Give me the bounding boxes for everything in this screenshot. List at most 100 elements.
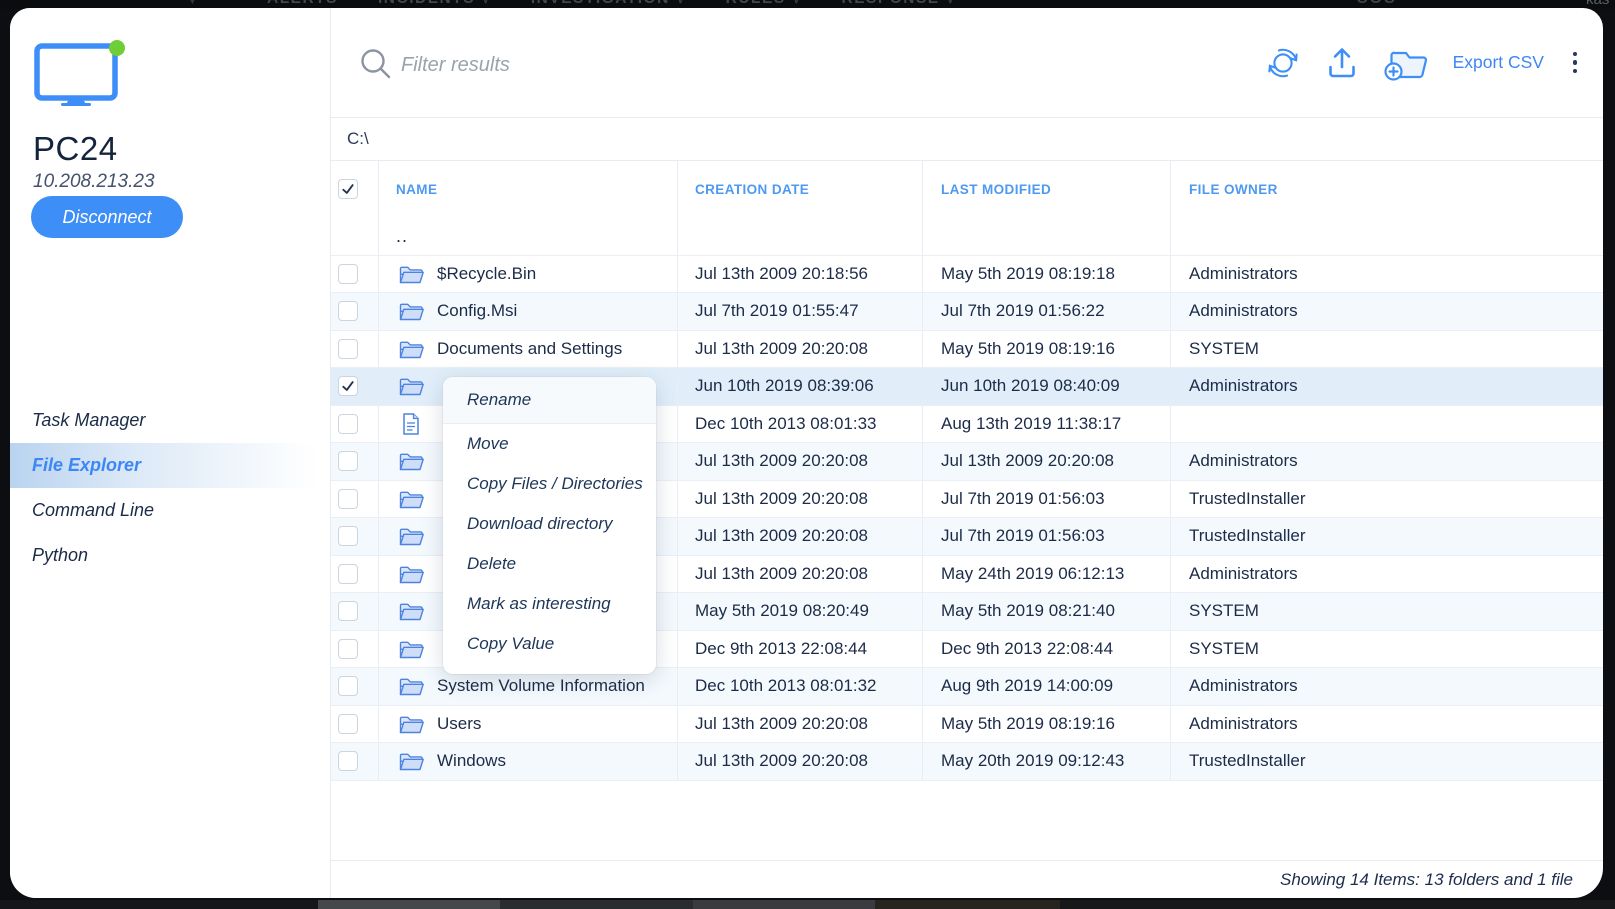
- chevron-down-icon: ∨: [947, 0, 956, 6]
- sidebar-item-file-explorer[interactable]: File Explorer: [10, 443, 330, 488]
- file-owner-cell: SYSTEM: [1171, 331, 1603, 368]
- creation-date-cell: Jul 13th 2009 20:18:56: [678, 256, 923, 293]
- top-nav-item: RESPONSE∨: [842, 0, 956, 8]
- refresh-icon[interactable]: [1264, 44, 1302, 82]
- table-row[interactable]: Config.Msi Jul 7th 2019 01:55:47 Jul 7th…: [331, 293, 1603, 331]
- machine-sidebar: PC24 10.208.213.23 Disconnect Task Manag…: [10, 8, 331, 898]
- folder-icon: [398, 563, 424, 585]
- row-checkbox[interactable]: [338, 676, 358, 696]
- chevron-down-icon: ∨: [793, 0, 802, 6]
- row-checkbox[interactable]: [338, 339, 358, 359]
- row-checkbox[interactable]: [338, 714, 358, 734]
- row-checkbox[interactable]: [338, 639, 358, 659]
- creation-date-cell: Jul 13th 2009 20:20:08: [678, 743, 923, 780]
- file-name: System Volume Information: [437, 676, 645, 696]
- file-owner-cell: [1171, 218, 1603, 255]
- row-checkbox[interactable]: [338, 301, 358, 321]
- row-checkbox[interactable]: [338, 451, 358, 471]
- context-menu-item-mark-as-interesting[interactable]: Mark as interesting: [443, 584, 656, 624]
- folder-icon: [398, 450, 424, 472]
- new-folder-icon[interactable]: [1382, 44, 1430, 82]
- last-modified-cell: Jul 7th 2019 01:56:22: [923, 293, 1171, 330]
- folder-icon: [398, 675, 424, 697]
- column-header-file-owner[interactable]: FILE OWNER: [1171, 160, 1603, 218]
- folder-icon: [398, 300, 424, 322]
- table-row[interactable]: Users Jul 13th 2009 20:20:08 May 5th 201…: [331, 706, 1603, 744]
- last-modified-cell: May 5th 2019 08:21:40: [923, 593, 1171, 630]
- creation-date-cell: Jul 13th 2009 20:20:08: [678, 443, 923, 480]
- row-checkbox[interactable]: [338, 489, 358, 509]
- machine-ip: 10.208.213.23: [33, 171, 155, 193]
- nav-user-fragment: kas: [1586, 0, 1609, 8]
- chevron-down-icon: ∨: [482, 0, 491, 6]
- folder-icon: [398, 600, 424, 622]
- sidebar-item-command-line[interactable]: Command Line: [10, 488, 330, 533]
- row-checkbox[interactable]: [338, 526, 358, 546]
- top-nav-item: ALERTS: [267, 0, 338, 8]
- top-nav-item: RULES∨: [726, 0, 802, 8]
- last-modified-cell: May 24th 2019 06:12:13: [923, 556, 1171, 593]
- top-nav-item: INCIDENTS∨: [378, 0, 491, 8]
- nav-pointer-icon: ▼: [186, 0, 199, 7]
- last-modified-cell: Jul 7th 2019 01:56:03: [923, 481, 1171, 518]
- background-taskbar: [0, 900, 1615, 909]
- export-csv-button[interactable]: Export CSV: [1453, 52, 1544, 73]
- file-name: Users: [437, 714, 481, 734]
- context-menu-item-move[interactable]: Move: [443, 424, 656, 464]
- folder-icon: [398, 375, 424, 397]
- explorer-toolbar: Export CSV: [331, 8, 1603, 118]
- file-owner-cell: Administrators: [1171, 668, 1603, 705]
- upload-file-icon[interactable]: [1323, 44, 1361, 82]
- context-menu-item-copy-files-directories[interactable]: Copy Files / Directories: [443, 464, 656, 504]
- context-menu-item-copy-value[interactable]: Copy Value: [443, 624, 656, 664]
- file-owner-cell: SYSTEM: [1171, 593, 1603, 630]
- select-all-checkbox[interactable]: [338, 179, 358, 199]
- table-row[interactable]: $Recycle.Bin Jul 13th 2009 20:18:56 May …: [331, 256, 1603, 294]
- folder-icon: [398, 263, 424, 285]
- file-name: ..: [396, 226, 408, 247]
- column-header-creation-date[interactable]: CREATION DATE: [678, 160, 923, 218]
- last-modified-cell: Aug 9th 2019 14:00:09: [923, 668, 1171, 705]
- folder-icon: [398, 750, 424, 772]
- file-owner-cell: Administrators: [1171, 256, 1603, 293]
- context-menu-item-delete[interactable]: Delete: [443, 544, 656, 584]
- top-nav-item: INVESTIGATION∨: [531, 0, 686, 8]
- last-modified-cell: Jul 7th 2019 01:56:03: [923, 518, 1171, 555]
- breadcrumb[interactable]: C:\: [331, 117, 1603, 161]
- column-header-last-modified[interactable]: LAST MODIFIED: [923, 160, 1171, 218]
- column-header-name[interactable]: NAME: [379, 160, 678, 218]
- context-menu-item-rename[interactable]: Rename: [443, 377, 656, 424]
- file-owner-cell: [1171, 406, 1603, 443]
- row-checkbox[interactable]: [338, 601, 358, 621]
- last-modified-cell: Jun 10th 2019 08:40:09: [923, 368, 1171, 405]
- disconnect-button[interactable]: Disconnect: [31, 196, 183, 238]
- row-checkbox[interactable]: [338, 376, 358, 396]
- last-modified-cell: [923, 218, 1171, 255]
- creation-date-cell: [678, 218, 923, 255]
- creation-date-cell: Dec 10th 2013 08:01:33: [678, 406, 923, 443]
- row-checkbox[interactable]: [338, 264, 358, 284]
- context-menu-item-download-directory[interactable]: Download directory: [443, 504, 656, 544]
- table-row[interactable]: Windows Jul 13th 2009 20:20:08 May 20th …: [331, 743, 1603, 781]
- file-explorer-main: Export CSV C:\ NAME CREATION DATE LAST M…: [331, 8, 1603, 898]
- last-modified-cell: May 5th 2019 08:19:16: [923, 331, 1171, 368]
- file-name: $Recycle.Bin: [437, 264, 536, 284]
- last-modified-cell: May 5th 2019 08:19:16: [923, 706, 1171, 743]
- sidebar-item-python[interactable]: Python: [10, 533, 330, 578]
- kebab-menu-icon[interactable]: [1565, 46, 1585, 80]
- row-checkbox[interactable]: [338, 414, 358, 434]
- file-owner-cell: TrustedInstaller: [1171, 743, 1603, 780]
- parent-dir-row[interactable]: ..: [331, 218, 1603, 256]
- file-icon: [398, 412, 424, 436]
- row-checkbox[interactable]: [338, 751, 358, 771]
- table-row[interactable]: Documents and Settings Jul 13th 2009 20:…: [331, 331, 1603, 369]
- context-menu: RenameMoveCopy Files / DirectoriesDownlo…: [443, 377, 656, 674]
- top-nav-items: ALERTS INCIDENTS∨ INVESTIGATION∨ RULES∨ RESP…: [267, 0, 955, 8]
- file-owner-cell: Administrators: [1171, 443, 1603, 480]
- row-checkbox[interactable]: [338, 564, 358, 584]
- filter-input[interactable]: [399, 44, 923, 86]
- search-icon: [359, 47, 393, 86]
- last-modified-cell: Aug 13th 2019 11:38:17: [923, 406, 1171, 443]
- last-modified-cell: May 5th 2019 08:19:18: [923, 256, 1171, 293]
- sidebar-item-task-manager[interactable]: Task Manager: [10, 398, 330, 443]
